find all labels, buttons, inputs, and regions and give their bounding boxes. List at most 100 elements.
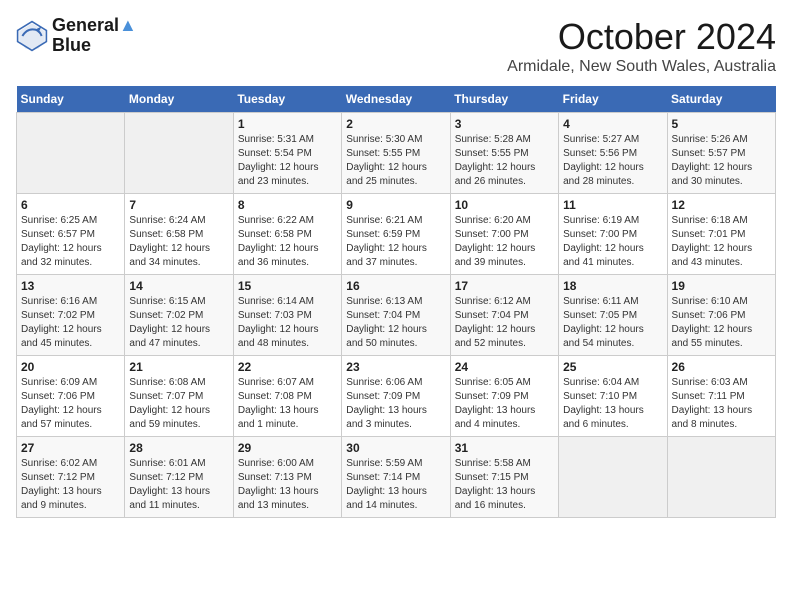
day-number: 31 xyxy=(455,441,554,455)
day-number: 16 xyxy=(346,279,445,293)
logo-icon xyxy=(16,20,48,52)
header-cell-tuesday: Tuesday xyxy=(233,86,341,113)
day-info: Sunrise: 6:12 AM Sunset: 7:04 PM Dayligh… xyxy=(455,295,554,351)
logo: General▲ Blue xyxy=(16,16,137,56)
day-info: Sunrise: 5:27 AM Sunset: 5:56 PM Dayligh… xyxy=(563,133,662,189)
day-cell: 15 Sunrise: 6:14 AM Sunset: 7:03 PM Dayli… xyxy=(233,275,341,356)
day-cell: 22Sunrise: 6:07 AM Sunset: 7:08 PM Dayli… xyxy=(233,356,341,437)
week-row-2: 6 Sunrise: 6:25 AM Sunset: 6:57 PM Daylig… xyxy=(17,194,776,275)
day-info: Sunrise: 6:09 AM Sunset: 7:06 PM Dayligh… xyxy=(21,376,120,432)
day-info: Sunrise: 6:25 AM Sunset: 6:57 PM Dayligh… xyxy=(21,214,120,270)
day-info: Sunrise: 6:03 AM Sunset: 7:11 PM Dayligh… xyxy=(672,376,771,432)
day-cell: 31 Sunrise: 5:58 AM Sunset: 7:15 PM Dayli… xyxy=(450,437,558,518)
day-cell: 23 Sunrise: 6:06 AM Sunset: 7:09 PM Dayli… xyxy=(342,356,450,437)
day-cell: 6 Sunrise: 6:25 AM Sunset: 6:57 PM Daylig… xyxy=(17,194,125,275)
day-cell: 30 Sunrise: 5:59 AM Sunset: 7:14 PM Dayli… xyxy=(342,437,450,518)
day-info: Sunrise: 6:13 AM Sunset: 7:04 PM Dayligh… xyxy=(346,295,445,351)
day-cell: 19 Sunrise: 6:10 AM Sunset: 7:06 PM Dayli… xyxy=(667,275,775,356)
day-number: 5 xyxy=(672,117,771,131)
day-number: 3 xyxy=(455,117,554,131)
day-cell: 27 Sunrise: 6:02 AM Sunset: 7:12 PM Dayli… xyxy=(17,437,125,518)
day-info: Sunrise: 6:24 AM Sunset: 6:58 PM Dayligh… xyxy=(129,214,228,270)
day-info: Sunrise: 6:11 AM Sunset: 7:05 PM Dayligh… xyxy=(563,295,662,351)
day-cell: 5 Sunrise: 5:26 AM Sunset: 5:57 PM Daylig… xyxy=(667,113,775,194)
day-cell: 28Sunrise: 6:01 AM Sunset: 7:12 PM Dayli… xyxy=(125,437,233,518)
day-number: 18 xyxy=(563,279,662,293)
day-cell: 20 Sunrise: 6:09 AM Sunset: 7:06 PM Dayli… xyxy=(17,356,125,437)
logo-text: General▲ Blue xyxy=(52,16,137,56)
day-number: 23 xyxy=(346,360,445,374)
day-info: Sunrise: 5:58 AM Sunset: 7:15 PM Dayligh… xyxy=(455,457,554,513)
day-info: Sunrise: 6:05 AM Sunset: 7:09 PM Dayligh… xyxy=(455,376,554,432)
day-info: Sunrise: 6:15 AM Sunset: 7:02 PM Dayligh… xyxy=(129,295,228,351)
day-cell: 1 Sunrise: 5:31 AM Sunset: 5:54 PM Daylig… xyxy=(233,113,341,194)
day-cell xyxy=(125,113,233,194)
day-cell: 25 Sunrise: 6:04 AM Sunset: 7:10 PM Dayli… xyxy=(559,356,667,437)
day-cell: 4 Sunrise: 5:27 AM Sunset: 5:56 PM Daylig… xyxy=(559,113,667,194)
day-cell: 10Sunrise: 6:20 AM Sunset: 7:00 PM Dayli… xyxy=(450,194,558,275)
day-info: Sunrise: 5:30 AM Sunset: 5:55 PM Dayligh… xyxy=(346,133,445,189)
day-number: 13 xyxy=(21,279,120,293)
day-info: Sunrise: 6:21 AM Sunset: 6:59 PM Dayligh… xyxy=(346,214,445,270)
day-info: Sunrise: 6:04 AM Sunset: 7:10 PM Dayligh… xyxy=(563,376,662,432)
title-area: October 2024 Armidale, New South Wales, … xyxy=(507,16,776,76)
day-cell: 9 Sunrise: 6:21 AM Sunset: 6:59 PM Daylig… xyxy=(342,194,450,275)
header-cell-friday: Friday xyxy=(559,86,667,113)
day-number: 4 xyxy=(563,117,662,131)
day-info: Sunrise: 5:26 AM Sunset: 5:57 PM Dayligh… xyxy=(672,133,771,189)
day-info: Sunrise: 5:31 AM Sunset: 5:54 PM Dayligh… xyxy=(238,133,337,189)
day-number: 12 xyxy=(672,198,771,212)
day-number: 8 xyxy=(238,198,337,212)
day-number: 28 xyxy=(129,441,228,455)
day-number: 30 xyxy=(346,441,445,455)
day-cell: 12Sunrise: 6:18 AM Sunset: 7:01 PM Dayli… xyxy=(667,194,775,275)
header-row: SundayMondayTuesdayWednesdayThursdayFrid… xyxy=(17,86,776,113)
day-info: Sunrise: 6:06 AM Sunset: 7:09 PM Dayligh… xyxy=(346,376,445,432)
day-cell: 2 Sunrise: 5:30 AM Sunset: 5:55 PM Daylig… xyxy=(342,113,450,194)
day-info: Sunrise: 6:02 AM Sunset: 7:12 PM Dayligh… xyxy=(21,457,120,513)
day-number: 6 xyxy=(21,198,120,212)
day-number: 27 xyxy=(21,441,120,455)
calendar-subtitle: Armidale, New South Wales, Australia xyxy=(507,58,776,76)
day-info: Sunrise: 6:19 AM Sunset: 7:00 PM Dayligh… xyxy=(563,214,662,270)
day-number: 15 xyxy=(238,279,337,293)
day-cell: 11 Sunrise: 6:19 AM Sunset: 7:00 PM Dayli… xyxy=(559,194,667,275)
day-number: 17 xyxy=(455,279,554,293)
day-number: 14 xyxy=(129,279,228,293)
day-cell: 18 Sunrise: 6:11 AM Sunset: 7:05 PM Dayli… xyxy=(559,275,667,356)
week-row-4: 20 Sunrise: 6:09 AM Sunset: 7:06 PM Dayli… xyxy=(17,356,776,437)
day-cell: 24 Sunrise: 6:05 AM Sunset: 7:09 PM Dayli… xyxy=(450,356,558,437)
day-cell: 14 Sunrise: 6:15 AM Sunset: 7:02 PM Dayli… xyxy=(125,275,233,356)
day-number: 20 xyxy=(21,360,120,374)
day-info: Sunrise: 6:22 AM Sunset: 6:58 PM Dayligh… xyxy=(238,214,337,270)
day-number: 25 xyxy=(563,360,662,374)
day-cell: 21Sunrise: 6:08 AM Sunset: 7:07 PM Dayli… xyxy=(125,356,233,437)
day-number: 10 xyxy=(455,198,554,212)
day-info: Sunrise: 5:59 AM Sunset: 7:14 PM Dayligh… xyxy=(346,457,445,513)
day-number: 24 xyxy=(455,360,554,374)
day-number: 2 xyxy=(346,117,445,131)
day-info: Sunrise: 6:10 AM Sunset: 7:06 PM Dayligh… xyxy=(672,295,771,351)
day-cell: 8 Sunrise: 6:22 AM Sunset: 6:58 PM Daylig… xyxy=(233,194,341,275)
day-number: 21 xyxy=(129,360,228,374)
week-row-3: 13Sunrise: 6:16 AM Sunset: 7:02 PM Dayli… xyxy=(17,275,776,356)
day-cell: 3Sunrise: 5:28 AM Sunset: 5:55 PM Daylig… xyxy=(450,113,558,194)
calendar-title: October 2024 xyxy=(507,16,776,58)
day-cell: 17 Sunrise: 6:12 AM Sunset: 7:04 PM Dayli… xyxy=(450,275,558,356)
day-number: 29 xyxy=(238,441,337,455)
header-cell-monday: Monday xyxy=(125,86,233,113)
day-number: 9 xyxy=(346,198,445,212)
header-cell-wednesday: Wednesday xyxy=(342,86,450,113)
day-info: Sunrise: 6:14 AM Sunset: 7:03 PM Dayligh… xyxy=(238,295,337,351)
day-number: 11 xyxy=(563,198,662,212)
day-cell xyxy=(667,437,775,518)
day-number: 19 xyxy=(672,279,771,293)
week-row-5: 27 Sunrise: 6:02 AM Sunset: 7:12 PM Dayli… xyxy=(17,437,776,518)
header-cell-saturday: Saturday xyxy=(667,86,775,113)
day-cell xyxy=(559,437,667,518)
week-row-1: 1 Sunrise: 5:31 AM Sunset: 5:54 PM Daylig… xyxy=(17,113,776,194)
day-number: 22 xyxy=(238,360,337,374)
day-number: 1 xyxy=(238,117,337,131)
calendar-table: SundayMondayTuesdayWednesdayThursdayFrid… xyxy=(16,86,776,518)
day-cell xyxy=(17,113,125,194)
